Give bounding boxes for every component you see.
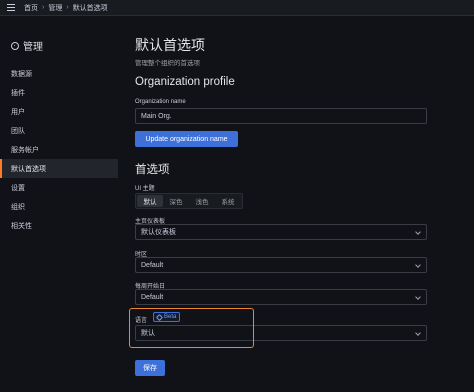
gear-icon <box>11 41 19 50</box>
sidebar-item-default-preferences[interactable]: 默认首选项 <box>0 159 118 178</box>
org-name-label: Organization name <box>135 99 186 105</box>
timezone-value: Default <box>141 261 164 269</box>
update-org-name-button[interactable]: Update organization name <box>135 131 238 147</box>
org-name-input[interactable]: Main Org. <box>135 108 427 124</box>
breadcrumb: 首页 › 管理 › 默认首选项 <box>24 3 108 13</box>
preferences-heading: 首选项 <box>135 164 170 176</box>
week-start-select[interactable]: Default <box>135 289 427 305</box>
home-dashboard-value: 默认仪表板 <box>141 229 176 236</box>
sidebar-item-teams[interactable]: 团队 <box>0 121 118 140</box>
chevron-right-icon: › <box>66 4 69 11</box>
timezone-select[interactable]: Default <box>135 257 427 273</box>
chevron-down-icon <box>415 262 421 268</box>
week-start-value: Default <box>141 293 164 301</box>
page-title: 默认首选项 <box>135 37 205 53</box>
chevron-down-icon <box>415 294 421 300</box>
breadcrumb-admin[interactable]: 管理 <box>48 3 62 13</box>
theme-option-system[interactable]: 系统 <box>215 195 241 207</box>
sidebar-title-label: 管理 <box>23 42 43 53</box>
home-dashboard-select[interactable]: 默认仪表板 <box>135 224 427 240</box>
chevron-down-icon <box>415 330 421 336</box>
theme-option-default[interactable]: 默认 <box>137 195 163 207</box>
org-profile-heading: Organization profile <box>135 76 235 88</box>
sidebar-item-settings[interactable]: 设置 <box>0 178 118 197</box>
sidebar-item-users[interactable]: 用户 <box>0 102 118 121</box>
sidebar-item-plugins[interactable]: 插件 <box>0 83 118 102</box>
top-bar: 首页 › 管理 › 默认首选项 <box>0 0 474 16</box>
ui-theme-label: UI 主题 <box>135 186 155 192</box>
sidebar-item-orgs[interactable]: 组织 <box>0 197 118 216</box>
sidebar-title: 管理 <box>11 38 43 53</box>
sidebar-nav: 数据源 插件 用户 团队 服务帐户 默认首选项 设置 组织 相关性 <box>0 64 118 235</box>
sidebar-item-datasources[interactable]: 数据源 <box>0 64 118 83</box>
breadcrumb-home[interactable]: 首页 <box>24 3 38 13</box>
page-subtitle: 管理整个组织的首选项 <box>135 60 200 67</box>
theme-option-light[interactable]: 浅色 <box>189 195 215 207</box>
ui-theme-radio-group: 默认 深色 浅色 系统 <box>135 193 243 209</box>
chevron-down-icon <box>415 229 421 235</box>
chevron-right-icon: › <box>42 4 45 11</box>
org-name-value: Main Org. <box>141 112 172 120</box>
menu-icon[interactable] <box>7 4 15 11</box>
sidebar-item-service-accounts[interactable]: 服务帐户 <box>0 140 118 159</box>
sidebar: 管理 数据源 插件 用户 团队 服务帐户 默认首选项 设置 组织 相关性 <box>0 17 120 392</box>
language-highlight-box <box>129 308 254 348</box>
breadcrumb-current: 默认首选项 <box>72 4 108 12</box>
theme-option-dark[interactable]: 深色 <box>163 195 189 207</box>
save-button[interactable]: 保存 <box>135 360 165 376</box>
sidebar-item-correlations[interactable]: 相关性 <box>0 216 118 235</box>
